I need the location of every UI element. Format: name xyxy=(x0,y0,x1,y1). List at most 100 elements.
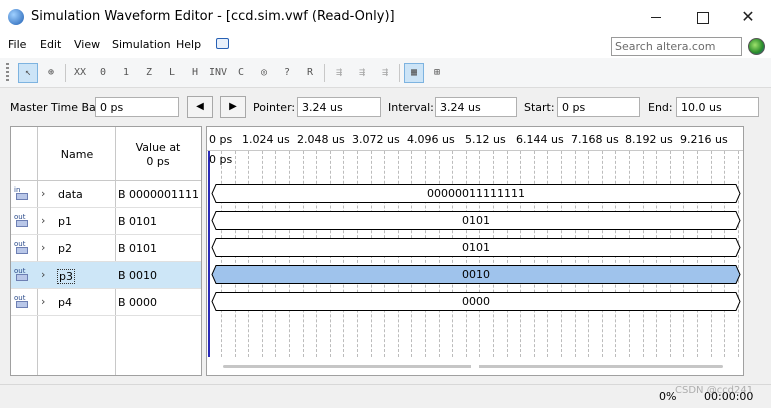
signal-row-p4[interactable]: out › p4 B 0000 xyxy=(11,289,201,316)
end-label: End: xyxy=(648,101,673,114)
force-high-icon[interactable]: 1 xyxy=(116,63,136,83)
ruler-tick-label: 2.048 us xyxy=(297,133,345,146)
window-title: Simulation Waveform Editor - [ccd.sim.vw… xyxy=(31,9,395,24)
waveform-area[interactable]: 0 ps 1.024 us 2.048 us 3.072 us 4.096 us… xyxy=(206,126,744,376)
value-header-line2: 0 ps xyxy=(146,155,170,168)
snap-to-grid-icon[interactable]: ▦ xyxy=(404,63,424,83)
signal-row-p2[interactable]: out › p2 B 0101 xyxy=(11,235,201,262)
expand-chevron-icon[interactable]: › xyxy=(41,295,45,308)
pointer-tool-icon[interactable]: ↖ xyxy=(18,63,38,83)
high-impedance-icon[interactable]: Z xyxy=(139,63,159,83)
pointer-label: Pointer: xyxy=(253,101,296,114)
signal-row-p3[interactable]: out › p3 B 0010 xyxy=(11,262,201,289)
signal-name: p1 xyxy=(58,215,72,228)
ruler-tick-label: 0 ps xyxy=(209,133,233,146)
master-time-cursor[interactable] xyxy=(208,151,210,357)
signal-row-p1[interactable]: out › p1 B 0101 xyxy=(11,208,201,235)
output-pin-icon: out xyxy=(14,268,31,282)
ruler-tick-label: 7.168 us xyxy=(571,133,619,146)
output-pin-icon: out xyxy=(14,295,31,309)
chat-icon[interactable] xyxy=(216,38,229,49)
unknown-value-icon[interactable]: XX xyxy=(70,63,90,83)
search-input[interactable]: Search altera.com xyxy=(611,37,742,56)
watermark: CSDN @ccd241 xyxy=(675,385,754,396)
generate-netlist-icon[interactable]: ⇶ xyxy=(375,63,395,83)
arbitrary-value-icon[interactable]: R xyxy=(300,63,320,83)
menu-edit[interactable]: Edit xyxy=(40,38,61,51)
toolbar-grip[interactable] xyxy=(6,63,9,83)
prev-transition-button[interactable]: ◀ xyxy=(187,96,213,118)
pointer-field: 3.24 us xyxy=(297,97,381,117)
run-timing-icon[interactable]: ⇶ xyxy=(352,63,372,83)
status-bar: 0% 00:00:00 xyxy=(0,384,771,408)
progress-percent: 0% xyxy=(659,390,677,403)
menu-help[interactable]: Help xyxy=(176,38,201,51)
cursor-time-label: 0 ps xyxy=(209,153,233,166)
clock-icon[interactable]: ◎ xyxy=(254,63,274,83)
ruler-tick-label: 6.144 us xyxy=(516,133,564,146)
force-low-icon[interactable]: 0 xyxy=(93,63,113,83)
menu-view[interactable]: View xyxy=(74,38,100,51)
waveform-p2[interactable]: 0101 xyxy=(211,238,741,257)
app-icon xyxy=(8,9,24,25)
count-value-icon[interactable]: C xyxy=(231,63,251,83)
bus-value: 0101 xyxy=(462,214,490,227)
value-header-line1: Value at xyxy=(135,141,181,154)
toolbar: ↖ ⊕ XX 0 1 Z L H INV C ◎ ? R ⇶ ⇶ ⇶ ▦ ⊞ xyxy=(0,58,771,88)
expand-chevron-icon[interactable]: › xyxy=(41,268,45,281)
master-time-field[interactable]: 0 ps xyxy=(95,97,179,117)
globe-icon[interactable] xyxy=(748,38,765,55)
expand-chevron-icon[interactable]: › xyxy=(41,187,45,200)
run-functional-icon[interactable]: ⇶ xyxy=(329,63,349,83)
expand-chevron-icon[interactable]: › xyxy=(41,241,45,254)
title-bar: Simulation Waveform Editor - [ccd.sim.vw… xyxy=(0,0,771,34)
ruler-tick-label: 9.216 us xyxy=(680,133,728,146)
signal-value: B 0000 xyxy=(118,296,158,309)
waveform-data[interactable]: 00000011111111 xyxy=(211,184,741,203)
toolbar-separator xyxy=(324,64,325,82)
signal-table-header: Name Value at 0 ps xyxy=(11,127,201,181)
value-column-header[interactable]: Value at 0 ps xyxy=(117,141,199,169)
start-field[interactable]: 0 ps xyxy=(557,97,640,117)
signal-name: p3 xyxy=(57,269,75,284)
waveform-p4[interactable]: 0000 xyxy=(211,292,741,311)
expand-chevron-icon[interactable]: › xyxy=(41,214,45,227)
menu-simulation[interactable]: Simulation xyxy=(112,38,171,51)
signal-name: data xyxy=(58,188,83,201)
menu-file[interactable]: File xyxy=(8,38,26,51)
interval-label: Interval: xyxy=(388,101,434,114)
signal-value: B 0010 xyxy=(118,269,158,282)
time-ruler[interactable]: 0 ps 1.024 us 2.048 us 3.072 us 4.096 us… xyxy=(207,127,743,151)
bus-value: 0101 xyxy=(462,241,490,254)
close-button[interactable]: ✕ xyxy=(725,0,771,34)
end-field[interactable]: 10.0 us xyxy=(676,97,759,117)
bus-value: 00000011111111 xyxy=(427,187,525,200)
signal-value: B 0101 xyxy=(118,215,158,228)
waveform-p1[interactable]: 0101 xyxy=(211,211,741,230)
weak-low-icon[interactable]: L xyxy=(162,63,182,83)
interval-field: 3.24 us xyxy=(435,97,517,117)
maximize-button[interactable] xyxy=(679,0,725,34)
ruler-tick-label: 4.096 us xyxy=(407,133,455,146)
zoom-tool-icon[interactable]: ⊕ xyxy=(41,63,61,83)
signal-row-data[interactable]: in › data B 0000001111111 xyxy=(11,181,201,208)
start-label: Start: xyxy=(524,101,555,114)
bus-value: 0000 xyxy=(462,295,490,308)
signal-value: B 0000001111111 xyxy=(118,188,200,201)
name-column-header[interactable]: Name xyxy=(41,148,113,161)
weak-high-icon[interactable]: H xyxy=(185,63,205,83)
grid-settings-icon[interactable]: ⊞ xyxy=(427,63,447,83)
waveform-p3[interactable]: 0010 xyxy=(211,265,741,284)
signal-name: p2 xyxy=(58,242,72,255)
output-pin-icon: out xyxy=(14,241,31,255)
toolbar-separator xyxy=(399,64,400,82)
scrollbar-gap xyxy=(471,365,479,368)
random-value-icon[interactable]: ? xyxy=(277,63,297,83)
invert-icon[interactable]: INV xyxy=(208,63,228,83)
bus-value: 0010 xyxy=(462,268,490,281)
ruler-tick-label: 8.192 us xyxy=(625,133,673,146)
signal-table: Name Value at 0 ps in › data B 000000111… xyxy=(10,126,202,376)
input-pin-icon: in xyxy=(14,187,31,201)
next-transition-button[interactable]: ▶ xyxy=(220,96,246,118)
minimize-button[interactable] xyxy=(633,0,679,34)
